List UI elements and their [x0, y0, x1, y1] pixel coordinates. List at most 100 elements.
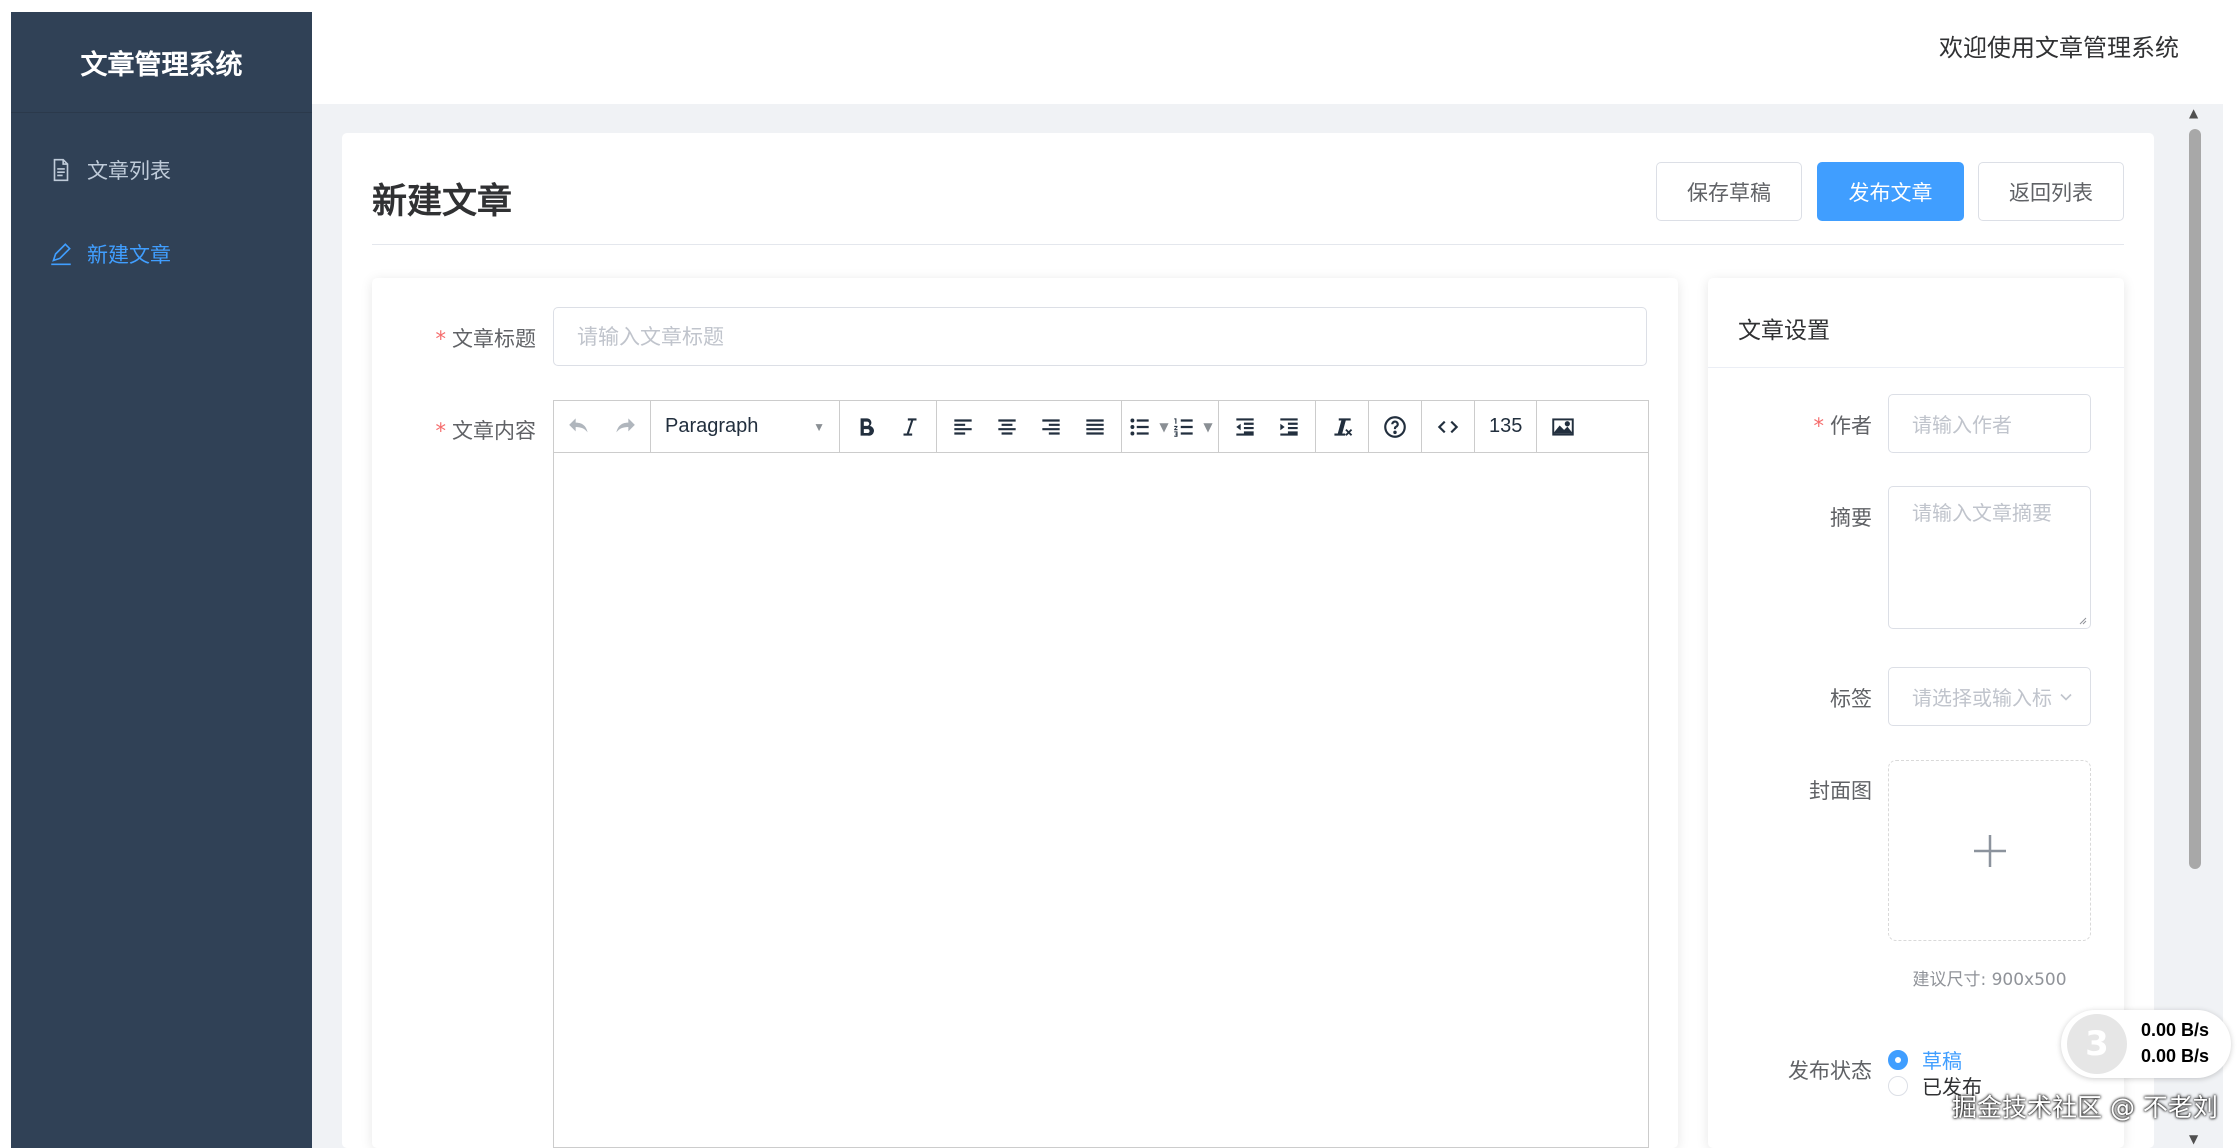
- app-root: 文章管理系统 文章列表 新建文章 欢迎使用文章管理系统 新建文章 保存草稿 发布…: [0, 0, 2240, 1148]
- bold-button[interactable]: [844, 405, 888, 449]
- resize-handle-icon[interactable]: [2077, 615, 2087, 625]
- rich-text-editor: Paragraph ▼ ▼ ▼ 135: [553, 400, 1649, 1148]
- welcome-text: 欢迎使用文章管理系统: [1939, 34, 2179, 62]
- content-label: * 文章内容: [392, 415, 537, 445]
- indent-icon: [1280, 417, 1298, 436]
- sidebar-item-article-list[interactable]: 文章列表: [11, 128, 312, 212]
- clear-group: [1316, 401, 1369, 452]
- edit-icon: [51, 243, 71, 266]
- source-code-button[interactable]: [1426, 405, 1470, 449]
- required-mark: *: [435, 419, 447, 443]
- settings-title: 文章设置: [1738, 318, 1830, 344]
- scroll-up-arrow-icon[interactable]: ▲: [2189, 106, 2198, 120]
- bullet-list-icon: [1130, 418, 1150, 435]
- word-count[interactable]: 135: [1489, 415, 1522, 438]
- redo-icon: [616, 417, 635, 432]
- net-speed-widget[interactable]: 3 0.00 B/s 0.00 B/s: [2061, 1010, 2231, 1078]
- redo-button[interactable]: [602, 405, 646, 449]
- author-label: * 作者: [1728, 410, 1873, 440]
- align-justify-button[interactable]: [1073, 405, 1117, 449]
- indent-button[interactable]: [1267, 405, 1311, 449]
- title-label: * 文章标题: [392, 323, 537, 353]
- help-button[interactable]: [1373, 405, 1417, 449]
- author-label-text: 作者: [1830, 414, 1872, 438]
- block-format-select[interactable]: Paragraph ▼: [655, 415, 835, 438]
- editor-toolbar: Paragraph ▼ ▼ ▼ 135: [554, 401, 1648, 453]
- required-mark: *: [435, 327, 447, 351]
- italic-icon: [903, 417, 917, 436]
- history-group: [554, 401, 651, 452]
- help-group: [1369, 401, 1422, 452]
- bold-icon: [860, 417, 874, 436]
- code-group: [1422, 401, 1475, 452]
- tags-placeholder: 请选择或输入标: [1912, 686, 2052, 710]
- sidebar-item-label: 新建文章: [87, 243, 171, 267]
- align-center-button[interactable]: [985, 405, 1029, 449]
- sidebar-item-new-article[interactable]: 新建文章: [11, 212, 312, 296]
- article-title-input[interactable]: [553, 307, 1647, 366]
- numbered-list-icon: [1174, 417, 1194, 437]
- page-title: 新建文章: [372, 182, 513, 222]
- new-article-card: 新建文章 保存草稿 发布文章 返回列表 *文章标题 *文章内容: [342, 133, 2154, 1148]
- title-label-text: 文章标题: [452, 327, 536, 351]
- article-settings-panel: 文章设置 * 作者 请输入作者 摘要 请输入文章摘要 标签 请选择或输入标 封面图…: [1708, 278, 2124, 1148]
- italic-button[interactable]: [888, 405, 932, 449]
- save-draft-button[interactable]: 保存草稿: [1656, 162, 1802, 221]
- author-input[interactable]: 请输入作者: [1888, 394, 2091, 453]
- summary-textarea[interactable]: 请输入文章摘要: [1888, 486, 2091, 629]
- radio-unchecked-icon: [1888, 1075, 1908, 1096]
- indent-group: [1219, 401, 1316, 452]
- chevron-down-icon: ▼: [1203, 419, 1213, 434]
- help-icon: [1384, 415, 1406, 438]
- required-mark: *: [1813, 414, 1825, 438]
- scrollbar-thumb[interactable]: [2189, 129, 2201, 869]
- align-group: [937, 401, 1122, 452]
- upload-speed: 0.00 B/s: [2141, 1020, 2210, 1040]
- image-group: [1537, 401, 1589, 452]
- tags-select[interactable]: 请选择或输入标: [1888, 667, 2091, 726]
- clear-format-icon: [1334, 417, 1353, 436]
- content-label-text: 文章内容: [452, 419, 536, 443]
- summary-placeholder: 请输入文章摘要: [1912, 501, 2052, 525]
- cover-upload[interactable]: [1888, 760, 2091, 941]
- word-count-group: 135: [1475, 401, 1538, 452]
- align-justify-icon: [1086, 418, 1104, 435]
- article-form: *文章标题 *文章内容: [372, 278, 1678, 1148]
- chevron-down-icon: [2060, 693, 2072, 701]
- sidebar-item-label: 文章列表: [87, 159, 171, 183]
- bullet-list-button[interactable]: ▼: [1126, 405, 1170, 449]
- tags-label: 标签: [1830, 687, 1872, 711]
- page-scrollbar[interactable]: ▲ ▼: [2185, 104, 2209, 1148]
- chevron-down-icon: ▼: [1159, 419, 1169, 434]
- outdent-icon: [1236, 417, 1254, 436]
- watermark: 掘金技术社区 @ 不老刘: [1952, 1093, 2218, 1122]
- clear-format-button[interactable]: [1320, 405, 1364, 449]
- align-left-icon: [954, 418, 972, 435]
- sidebar: 文章管理系统 文章列表 新建文章: [11, 12, 312, 1148]
- divider: [372, 244, 2124, 245]
- insert-image-button[interactable]: [1541, 405, 1585, 449]
- editor-content-area[interactable]: [554, 453, 1648, 1147]
- align-right-button[interactable]: [1029, 405, 1073, 449]
- undo-button[interactable]: [558, 405, 602, 449]
- cover-size-tip: 建议尺寸: 900x500: [1912, 970, 2067, 990]
- speed-logo-icon: 3: [2067, 1014, 2127, 1074]
- publish-button[interactable]: 发布文章: [1817, 162, 1964, 221]
- scroll-down-arrow-icon[interactable]: ▼: [2189, 1132, 2198, 1146]
- status-label: 发布状态: [1788, 1059, 1872, 1083]
- code-icon: [1437, 420, 1459, 433]
- radio-checked-icon: [1888, 1049, 1908, 1070]
- outdent-button[interactable]: [1223, 405, 1267, 449]
- numbered-list-button[interactable]: ▼: [1170, 405, 1214, 449]
- align-left-button[interactable]: [941, 405, 985, 449]
- plus-icon: [1973, 834, 2006, 867]
- brand-title: 文章管理系统: [11, 12, 312, 113]
- status-radio-draft[interactable]: 草稿: [1888, 1045, 1962, 1074]
- align-right-icon: [1042, 418, 1060, 435]
- back-to-list-button[interactable]: 返回列表: [1978, 162, 2124, 221]
- undo-icon: [569, 417, 588, 432]
- style-group: [840, 401, 937, 452]
- summary-label: 摘要: [1830, 506, 1872, 530]
- image-icon: [1552, 417, 1575, 436]
- document-icon: [53, 158, 69, 182]
